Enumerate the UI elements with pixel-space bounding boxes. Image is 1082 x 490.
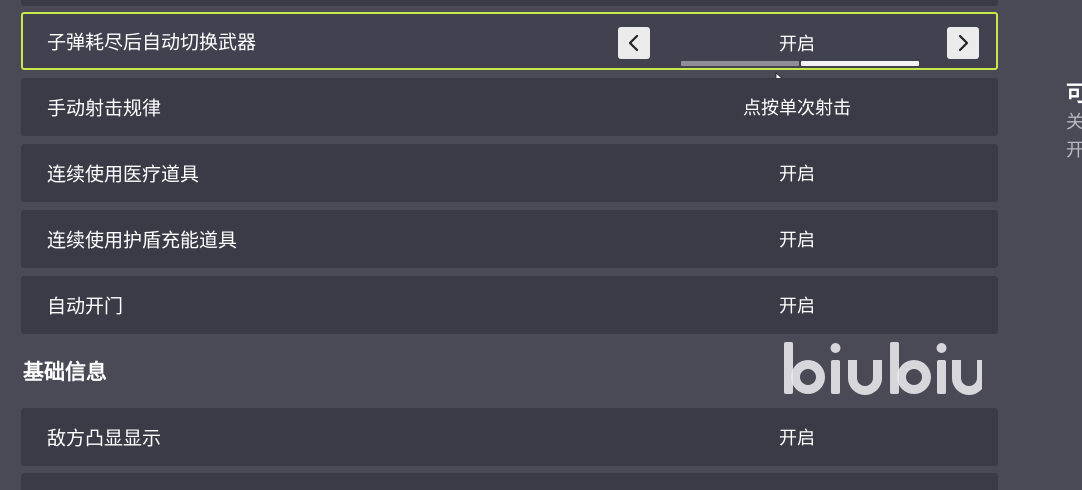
setting-row-manual-fire-mode[interactable]: 手动射击规律 点按单次射击 bbox=[21, 78, 998, 136]
setting-value: 开启 bbox=[779, 164, 815, 185]
setting-row-auto-open-door[interactable]: 自动开门 开启 bbox=[21, 276, 998, 334]
setting-row-continuous-medical[interactable]: 连续使用医疗道具 开启 bbox=[21, 144, 998, 202]
setting-value: 开启 bbox=[779, 230, 815, 251]
chevron-right-icon bbox=[958, 34, 969, 52]
setting-value: 点按单次射击 bbox=[743, 98, 851, 119]
setting-value: 开启 bbox=[779, 428, 815, 449]
biubiu-watermark-logo bbox=[784, 342, 982, 395]
setting-label: 连续使用护盾充能道具 bbox=[47, 229, 238, 252]
previous-option-button[interactable] bbox=[618, 27, 650, 59]
setting-row-partial-bottom[interactable] bbox=[21, 473, 998, 490]
setting-row-partial-top[interactable] bbox=[21, 0, 998, 6]
setting-label: 手动射击规律 bbox=[47, 97, 162, 120]
side-panel-title: 可 bbox=[1066, 82, 1082, 107]
section-title: 基础信息 bbox=[23, 360, 107, 384]
settings-screen: 子弹耗尽后自动切换武器 开启 手动射击规律 点按单次射击 连续使用医疗道具 开启… bbox=[0, 0, 1082, 490]
setting-label: 子弹耗尽后自动切换武器 bbox=[47, 31, 257, 54]
setting-label: 连续使用医疗道具 bbox=[47, 163, 200, 186]
next-option-button[interactable] bbox=[947, 27, 979, 59]
chevron-left-icon bbox=[628, 34, 639, 52]
setting-row-enemy-highlight[interactable]: 敌方凸显显示 开启 bbox=[21, 408, 998, 466]
setting-value: 开启 bbox=[779, 296, 815, 317]
setting-row-continuous-shield[interactable]: 连续使用护盾充能道具 开启 bbox=[21, 210, 998, 268]
setting-label: 敌方凸显显示 bbox=[47, 427, 162, 450]
option-indicator-2-active bbox=[801, 61, 919, 66]
side-panel-line-2: 开 bbox=[1066, 140, 1082, 161]
setting-label: 自动开门 bbox=[47, 295, 124, 318]
setting-row-auto-switch-weapon[interactable]: 子弹耗尽后自动切换武器 开启 bbox=[21, 12, 998, 70]
side-panel-line-1: 关 bbox=[1066, 112, 1082, 133]
setting-value: 开启 bbox=[779, 34, 815, 55]
option-indicator-1 bbox=[681, 61, 799, 66]
